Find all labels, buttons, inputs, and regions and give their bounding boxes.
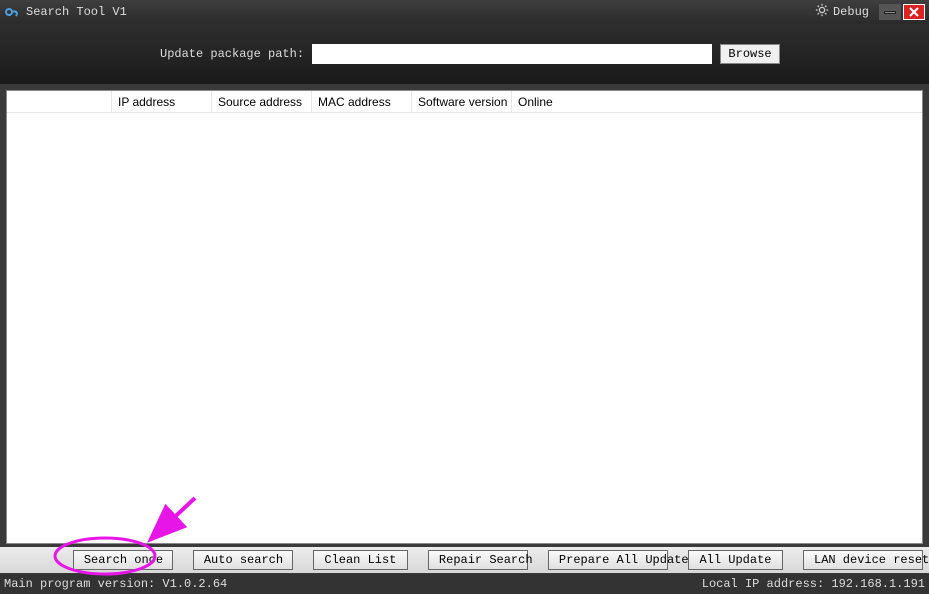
auto-search-button[interactable]: Auto search (193, 550, 293, 570)
browse-button[interactable]: Browse (720, 44, 780, 64)
status-bar: Main program version: V1.0.2.64 Local IP… (0, 574, 929, 594)
search-once-button[interactable]: Search once (73, 550, 173, 570)
window-title: Search Tool V1 (26, 5, 127, 19)
minimize-icon (884, 11, 896, 14)
repair-search-button[interactable]: Repair Search (428, 550, 528, 570)
lan-device-reset-button[interactable]: LAN device reset (803, 550, 923, 570)
device-list: IP address Source address MAC address So… (6, 90, 923, 544)
column-blank[interactable] (7, 91, 112, 112)
minimize-button[interactable] (879, 4, 901, 20)
column-source-address[interactable]: Source address (212, 91, 312, 112)
prepare-all-update-button[interactable]: Prepare All Update (548, 550, 668, 570)
update-path-label: Update package path: (160, 47, 304, 61)
update-path-toolbar: Update package path: Browse (0, 24, 929, 84)
column-ip-address[interactable]: IP address (112, 91, 212, 112)
debug-label: Debug (833, 5, 869, 19)
column-mac-address[interactable]: MAC address (312, 91, 412, 112)
column-software-version[interactable]: Software version (412, 91, 512, 112)
local-ip-text: Local IP address: 192.168.1.191 (702, 577, 925, 591)
update-path-input[interactable] (312, 44, 712, 64)
column-online[interactable]: Online (512, 91, 582, 112)
all-update-button[interactable]: All Update (688, 550, 783, 570)
program-version-text: Main program version: V1.0.2.64 (4, 577, 227, 591)
clean-list-button[interactable]: Clean List (313, 550, 408, 570)
gear-icon (815, 3, 829, 21)
device-list-header: IP address Source address MAC address So… (7, 91, 922, 113)
action-button-row: Search once Auto search Clean List Repai… (0, 547, 929, 573)
close-button[interactable] (903, 4, 925, 20)
close-icon (908, 6, 920, 18)
debug-button[interactable]: Debug (815, 3, 869, 21)
title-bar: Search Tool V1 Debug (0, 0, 929, 24)
app-logo-icon (4, 4, 20, 20)
